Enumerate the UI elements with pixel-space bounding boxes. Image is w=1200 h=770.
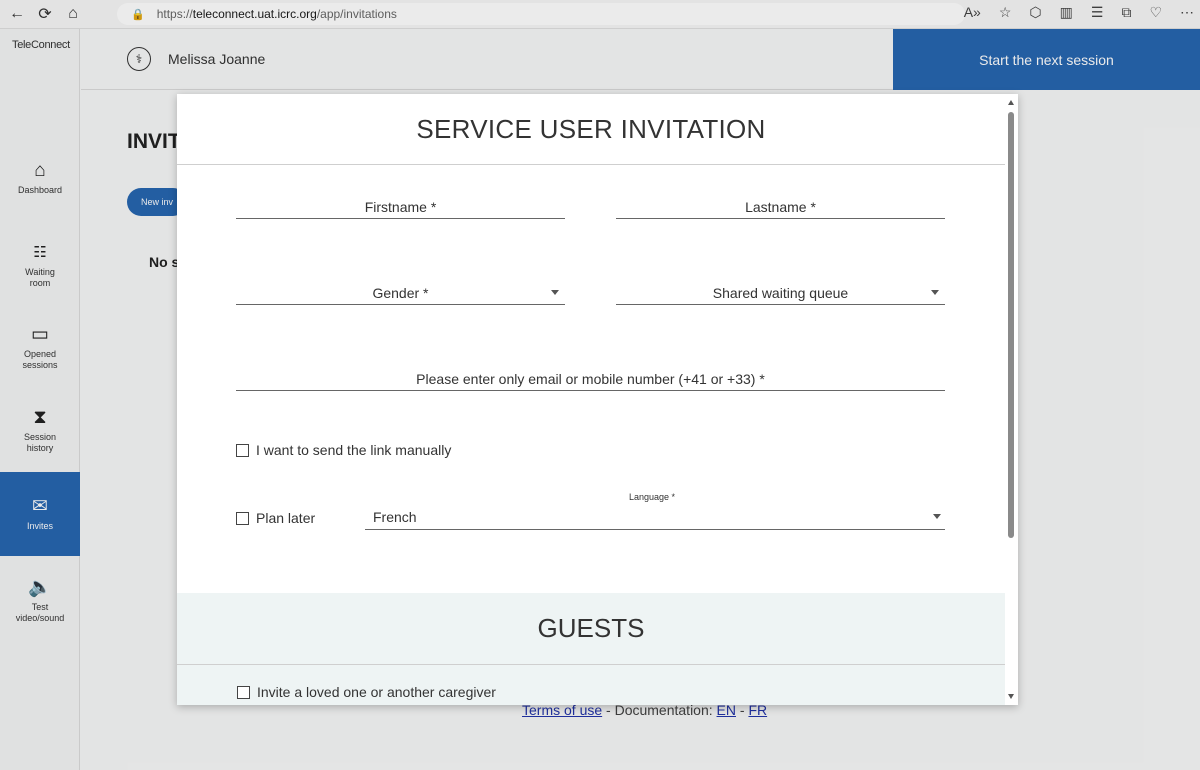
scroll-thumb[interactable] xyxy=(1008,112,1014,538)
contact-field[interactable]: Please enter only email or mobile number… xyxy=(236,367,945,391)
firstname-label: Firstname * xyxy=(364,198,437,215)
lastname-field[interactable]: Lastname * xyxy=(616,195,945,219)
language-value: French xyxy=(373,508,417,525)
queue-select[interactable]: Shared waiting queue xyxy=(616,281,945,305)
language-select[interactable]: French xyxy=(365,504,945,530)
firstname-field[interactable]: Firstname * xyxy=(236,195,565,219)
queue-value: Shared waiting queue xyxy=(712,284,849,301)
manual-link-checkbox[interactable] xyxy=(236,443,249,457)
chevron-down-icon xyxy=(931,290,939,295)
plan-later-label: Plan later xyxy=(256,510,316,526)
guests-section: GUESTS Invite a loved one or another car… xyxy=(177,593,1005,705)
guests-title: GUESTS xyxy=(177,593,1005,665)
language-label: Language * xyxy=(629,492,676,502)
contact-label: Please enter only email or mobile number… xyxy=(416,370,765,387)
invite-guest-checkbox[interactable] xyxy=(237,685,250,699)
chevron-down-icon xyxy=(933,514,941,519)
gender-select[interactable]: Gender * xyxy=(236,281,565,305)
manual-link-label: I want to send the link manually xyxy=(256,442,452,458)
modal-title: SERVICE USER INVITATION xyxy=(177,94,1005,165)
invite-guest-checkbox-row[interactable]: Invite a loved one or another caregiver xyxy=(237,684,496,700)
lastname-label: Lastname * xyxy=(745,198,816,215)
plan-later-checkbox-row[interactable]: Plan later xyxy=(236,510,315,526)
chevron-down-icon xyxy=(551,290,559,295)
gender-label: Gender * xyxy=(372,284,429,301)
plan-later-checkbox[interactable] xyxy=(236,511,249,525)
invitation-modal: SERVICE USER INVITATION Firstname * Last… xyxy=(177,94,1018,705)
manual-link-checkbox-row[interactable]: I want to send the link manually xyxy=(236,442,451,458)
scroll-up-icon[interactable] xyxy=(1008,100,1014,105)
scroll-down-icon[interactable] xyxy=(1008,694,1014,699)
invite-guest-label: Invite a loved one or another caregiver xyxy=(257,684,496,700)
modal-scrollbar[interactable] xyxy=(1005,94,1018,705)
